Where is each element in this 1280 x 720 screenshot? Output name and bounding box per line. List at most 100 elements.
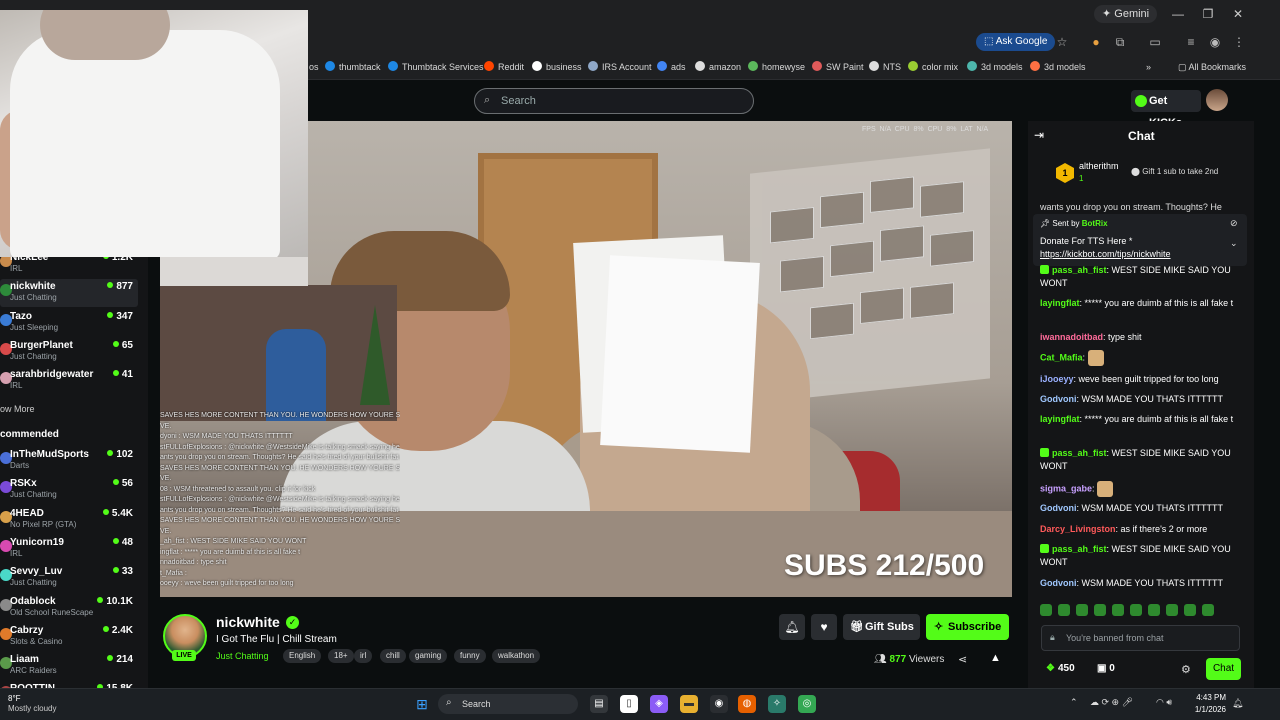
chat-username[interactable]: Cat_Mafia [1040, 352, 1083, 362]
notification-icon[interactable]: 🔔︎ [1232, 698, 1243, 709]
chrome-icon[interactable]: ◎ [798, 695, 816, 713]
gift-sub-prompt[interactable]: ⬤ Gift 1 sub to take 2nd [1131, 167, 1218, 176]
chat-username[interactable]: layingflat [1040, 298, 1080, 308]
chat-username[interactable]: layingflat [1040, 414, 1080, 424]
chat-username[interactable]: Godvoni [1040, 578, 1077, 588]
star-icon[interactable]: ☆ [1054, 34, 1070, 50]
restore-icon[interactable]: ❐ [1198, 5, 1218, 23]
taskbar-search[interactable]: Search [438, 694, 578, 714]
chevron-right-icon[interactable]: » [1146, 60, 1151, 74]
copilot-icon[interactable]: ◈ [650, 695, 668, 713]
minimize-icon[interactable]: — [1168, 5, 1188, 23]
bookmark-item[interactable]: Thumbtack Services [388, 60, 484, 74]
collapse-chat-icon[interactable]: ⇥ [1034, 128, 1044, 142]
bookmark-item[interactable]: ads [657, 60, 686, 74]
clock-time[interactable]: 4:43 PM [1196, 693, 1226, 702]
channel-name[interactable]: 4HEAD [10, 508, 44, 519]
search-input[interactable]: Search [474, 88, 754, 114]
chat-send-button[interactable]: Chat [1206, 658, 1241, 680]
bookmark-item[interactable]: color mix [908, 60, 958, 74]
stream-tag[interactable]: 18+ [328, 649, 354, 663]
stream-category[interactable]: Just Chatting [216, 651, 269, 661]
tray-network-icon[interactable]: ◠ 🔊︎ [1156, 697, 1172, 708]
emote-icon[interactable] [1076, 604, 1088, 616]
bookmark-item[interactable]: SW Paint [812, 60, 864, 74]
gear-icon[interactable]: ⚙ [1181, 663, 1191, 676]
bookmark-item[interactable]: 3d models [1030, 60, 1086, 74]
chat-username[interactable]: pass_ah_fist [1052, 448, 1107, 458]
heart-icon[interactable]: ♥ [811, 614, 837, 640]
bookmark-item[interactable]: NTS [869, 60, 901, 74]
tray-apps-icon[interactable]: ☁ ⟳ ⊕ 🎤︎ [1090, 697, 1133, 708]
channel-name[interactable]: Liaam [10, 654, 39, 665]
bell-icon[interactable]: 🔔︎ [779, 614, 805, 640]
close-icon[interactable]: ✕ [1228, 5, 1248, 23]
channel-name[interactable]: BurgerPlanet [10, 340, 73, 351]
stream-tag[interactable]: gaming [409, 649, 448, 663]
chat-username[interactable]: iJooeyy [1040, 374, 1074, 384]
tray-chevron-icon[interactable]: ⌃ [1070, 697, 1078, 708]
page-scrollbar[interactable] [1254, 121, 1280, 688]
bookmark-item[interactable]: business [532, 60, 582, 74]
channel-name[interactable]: sarahbridgewater [10, 369, 93, 380]
firefox-icon[interactable]: ◍ [738, 695, 756, 713]
emote-icon[interactable] [1184, 604, 1196, 616]
emote-icon[interactable] [1040, 604, 1052, 616]
profile-icon[interactable]: ◉ [1207, 34, 1223, 50]
emote-icon[interactable] [1166, 604, 1178, 616]
file-explorer-icon[interactable]: ▬ [680, 695, 698, 713]
show-more-link[interactable]: ow More [0, 404, 35, 414]
bookmark-item[interactable]: Reddit [484, 60, 524, 74]
bookmark-item[interactable]: homewyse [748, 60, 805, 74]
chat-input-banned[interactable]: You're banned from chat [1041, 625, 1240, 651]
weather-desc[interactable]: Mostly cloudy [8, 704, 56, 713]
subscribe-button[interactable]: ✧ Subscribe [926, 614, 1009, 640]
obs-icon[interactable]: ◉ [710, 695, 728, 713]
bookmark-partial[interactable]: os [309, 60, 319, 74]
emote-icon[interactable] [1058, 604, 1070, 616]
share-icon[interactable]: ⋖ [958, 653, 967, 666]
gift-subs-button[interactable]: 🎁︎ Gift Subs [843, 614, 920, 640]
streamer-name[interactable]: nickwhite [216, 614, 280, 630]
stream-tag[interactable]: funny [454, 649, 486, 663]
channel-name[interactable]: InTheMudSports [10, 449, 89, 460]
all-bookmarks[interactable]: ▢ All Bookmarks [1178, 60, 1246, 74]
gemini-button[interactable]: ✦ Gemini [1094, 5, 1158, 23]
document-app-icon[interactable]: ▯ [620, 695, 638, 713]
get-kicks-button[interactable]: Get KICKs [1131, 90, 1201, 129]
bookmark-item[interactable]: IRS Account [588, 60, 652, 74]
stream-tag[interactable]: English [283, 649, 322, 663]
emote-icon[interactable] [1094, 604, 1106, 616]
bookmark-item[interactable]: amazon [695, 60, 741, 74]
menu-icon[interactable]: ⋮ [1231, 34, 1247, 50]
extension-icon[interactable]: ● [1088, 34, 1104, 50]
chat-username[interactable]: sigma_gabe [1040, 483, 1092, 493]
channel-name[interactable]: nickwhite [10, 281, 56, 292]
stream-tag[interactable]: chill [380, 649, 406, 663]
chat-username[interactable]: iwannadoitbad [1040, 332, 1103, 342]
emote-icon[interactable] [1148, 604, 1160, 616]
unpin-icon[interactable]: ⊘ [1230, 218, 1238, 229]
report-icon[interactable]: ▲ [990, 652, 1001, 664]
channel-name[interactable]: Odablock [10, 596, 56, 607]
ask-google-button[interactable]: ⬚ Ask Google [976, 33, 1056, 51]
windows-start-icon[interactable]: ⊞ [413, 695, 431, 713]
bookmark-item[interactable]: 3d models [967, 60, 1023, 74]
emote-icon[interactable] [1202, 604, 1214, 616]
stream-tag[interactable]: irl [354, 649, 373, 663]
channel-name[interactable]: Yunicorn19 [10, 537, 64, 548]
chevron-down-icon[interactable]: ⌄ [1230, 238, 1238, 249]
sidepanel-icon[interactable]: ▭ [1147, 34, 1163, 50]
puzzle-icon[interactable]: ⧉ [1112, 34, 1128, 50]
media-icon[interactable]: ≡ [1183, 34, 1199, 50]
chat-username[interactable]: Godvoni [1040, 503, 1077, 513]
emote-icon[interactable] [1112, 604, 1124, 616]
chat-username[interactable]: pass_ah_fist [1052, 265, 1107, 275]
chat-username[interactable]: Godvoni [1040, 394, 1077, 404]
chat-username[interactable]: Darcy_Livingston [1040, 524, 1116, 534]
avatar[interactable] [1206, 89, 1228, 111]
bookmark-item[interactable]: thumbtack [325, 60, 381, 74]
channel-name[interactable]: Tazo [10, 311, 32, 322]
channel-name[interactable]: Cabrzy [10, 625, 43, 636]
clock-date[interactable]: 1/1/2026 [1190, 705, 1226, 714]
